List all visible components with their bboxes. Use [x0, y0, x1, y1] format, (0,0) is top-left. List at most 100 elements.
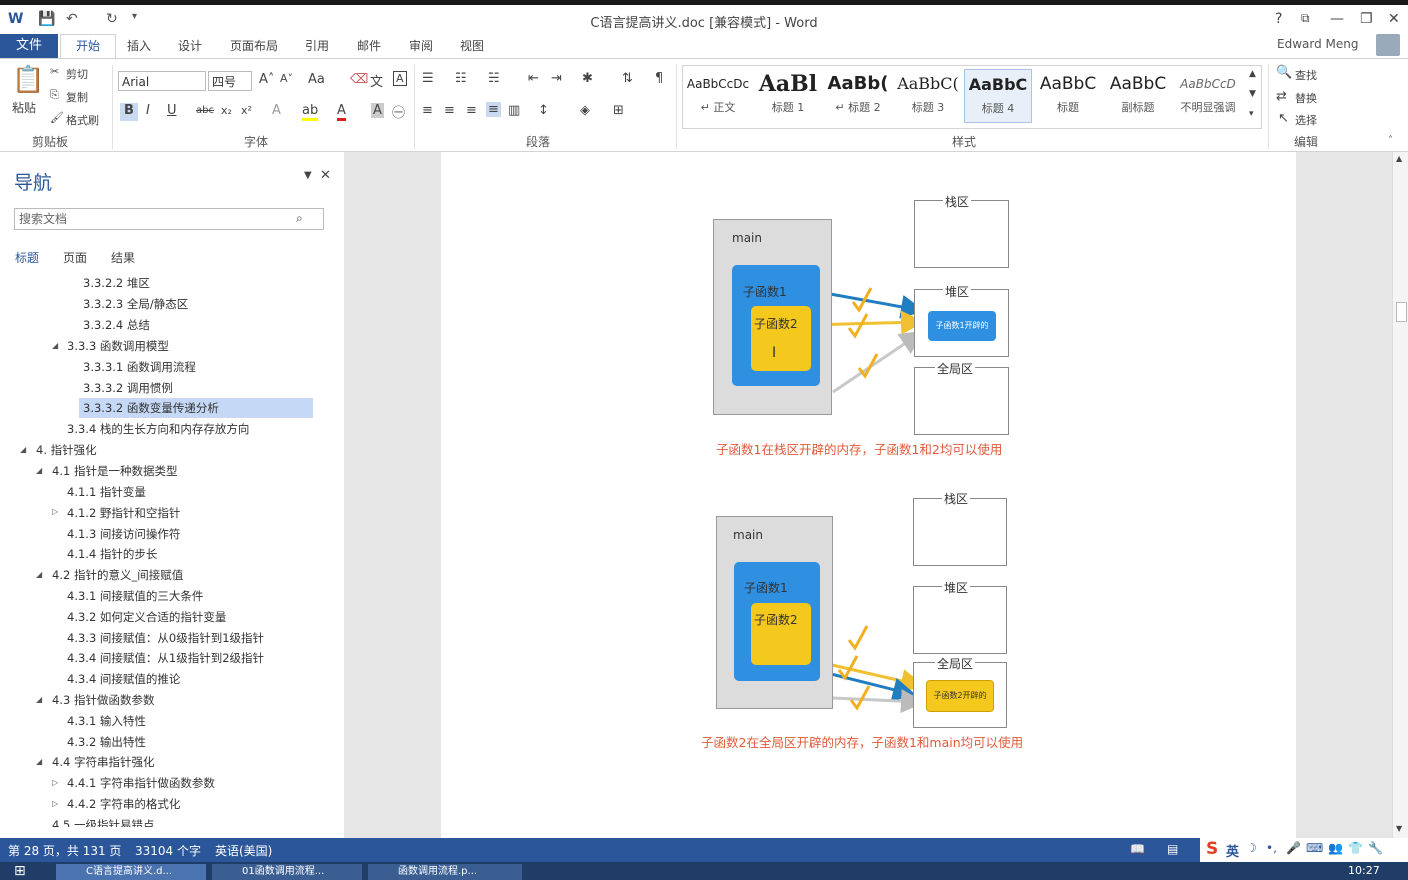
restore-button[interactable]: ❐	[1360, 11, 1373, 27]
style-title[interactable]: AaBbC 标题	[1034, 69, 1102, 123]
style-heading-4[interactable]: AaBbC 标题 4	[964, 69, 1032, 123]
collapse-icon[interactable]: ◢	[20, 445, 26, 454]
nav-tab-headings[interactable]: 标题	[15, 249, 39, 266]
copy-icon[interactable]: ⎘	[50, 88, 59, 102]
shrink-font-icon[interactable]: A˅	[280, 72, 293, 85]
moon-icon[interactable]: ☽	[1246, 841, 1257, 855]
user-icon[interactable]: 👥	[1328, 841, 1343, 855]
style-subtitle[interactable]: AaBbC 副标题	[1104, 69, 1172, 123]
print-layout-icon[interactable]: ▤	[1167, 842, 1178, 856]
tab-design[interactable]: 设计	[178, 37, 202, 54]
vertical-scrollbar[interactable]: ▲ ▼	[1392, 152, 1408, 838]
styles-more-icon[interactable]: ▾	[1249, 109, 1254, 119]
sort-icon[interactable]: ⇅	[622, 71, 633, 86]
style-heading-1[interactable]: AaBl 标题 1	[754, 69, 822, 123]
tab-layout[interactable]: 页面布局	[230, 37, 278, 54]
font-name-select[interactable]: Arial	[118, 71, 206, 91]
show-marks-icon[interactable]: ¶	[655, 71, 663, 86]
align-right-icon[interactable]: ≡	[466, 103, 477, 118]
paste-icon[interactable]: 📋	[12, 65, 44, 95]
distributed-icon[interactable]: ▥	[508, 103, 520, 118]
avatar[interactable]	[1376, 34, 1400, 56]
change-case-button[interactable]: Aa	[308, 72, 325, 87]
chinese-layout-icon[interactable]: ✱	[582, 71, 593, 86]
scroll-thumb[interactable]	[1396, 302, 1407, 322]
style-heading-2[interactable]: AaBb(↵ 标题 2	[824, 69, 892, 123]
punctuation-icon[interactable]: •,	[1266, 841, 1277, 855]
windows-start-icon[interactable]: ⊞	[14, 863, 26, 879]
cut-icon[interactable]: ✂	[50, 65, 59, 78]
font-color-icon[interactable]: A	[337, 103, 346, 121]
nav-item[interactable]: 4.3.4 间接赋值的推论	[67, 669, 180, 689]
increase-indent-icon[interactable]: ⇥	[551, 71, 562, 86]
char-border-icon[interactable]: A	[393, 71, 407, 86]
borders-icon[interactable]: ⊞	[613, 103, 624, 118]
tab-home[interactable]: 开始	[60, 34, 116, 59]
highlight-icon[interactable]: ab	[302, 103, 319, 121]
clear-format-icon[interactable]: ⌫	[350, 72, 368, 87]
tab-view[interactable]: 视图	[460, 37, 484, 54]
taskbar-item-image[interactable]: 函数调用流程.p...	[368, 864, 522, 880]
italic-button[interactable]: I	[146, 103, 150, 118]
nav-item[interactable]: 4.3.4 间接赋值：从1级指针到2级指针	[67, 648, 264, 668]
justify-icon[interactable]: ≡	[486, 102, 501, 117]
numbering-icon[interactable]: ☷	[455, 71, 467, 86]
help-button[interactable]: ?	[1275, 11, 1282, 27]
multilevel-list-icon[interactable]: ☵	[488, 71, 500, 86]
taskbar-item-word[interactable]: C语言提高讲义.d...	[56, 864, 206, 880]
style-subtle-emphasis[interactable]: AaBbCcD 不明显强调	[1174, 69, 1242, 123]
select-icon[interactable]: ↖	[1278, 111, 1289, 126]
tab-mailings[interactable]: 邮件	[357, 37, 381, 54]
collapse-icon[interactable]: ◢	[36, 695, 42, 704]
underline-button[interactable]: U	[167, 103, 177, 118]
nav-close-icon[interactable]: ✕	[320, 168, 331, 183]
styles-scroll-up-icon[interactable]: ▲	[1249, 69, 1256, 79]
nav-item[interactable]: 4.4 字符串指针强化	[52, 752, 154, 772]
nav-item[interactable]: 4.1.3 间接访问操作符	[67, 524, 180, 544]
nav-tab-results[interactable]: 结果	[111, 249, 135, 266]
word-count[interactable]: 33104 个字	[135, 842, 201, 859]
nav-item[interactable]: 4.4.1 字符串指针做函数参数	[67, 773, 215, 793]
collapse-icon[interactable]: ◢	[52, 341, 58, 350]
keyboard-icon[interactable]: ⌨	[1306, 841, 1323, 855]
tab-references[interactable]: 引用	[305, 37, 329, 54]
nav-item[interactable]: 4.3 指针做函数参数	[52, 690, 154, 710]
font-size-select[interactable]: 四号	[208, 71, 252, 91]
ime-logo[interactable]: S	[1206, 839, 1218, 859]
nav-item[interactable]: 3.3.2.3 全局/静态区	[83, 294, 188, 314]
tab-file[interactable]: 文件	[0, 34, 58, 58]
nav-item[interactable]: 3.3.3.1 函数调用流程	[83, 357, 196, 377]
nav-item[interactable]: 3.3.2.2 堆区	[83, 273, 150, 293]
nav-search-input[interactable]: 搜索文档	[14, 208, 324, 230]
nav-item[interactable]: 4.1.1 指针变量	[67, 482, 146, 502]
find-button[interactable]: 查找	[1295, 67, 1317, 83]
nav-item[interactable]: 4.1 指针是一种数据类型	[52, 461, 177, 481]
nav-item[interactable]: 4.3.1 输入特性	[67, 711, 146, 731]
tools-icon[interactable]: 🔧	[1368, 841, 1383, 855]
search-icon[interactable]: ⌕	[296, 211, 303, 226]
shading-icon[interactable]: ◈	[580, 103, 590, 118]
tab-review[interactable]: 审阅	[409, 37, 433, 54]
nav-item[interactable]: 4.3.1 间接赋值的三大条件	[67, 586, 203, 606]
nav-item[interactable]: 3.3.3 函数调用模型	[67, 336, 169, 356]
subscript-button[interactable]: x₂	[221, 104, 232, 117]
language[interactable]: 英语(美国)	[215, 842, 272, 859]
nav-options-icon[interactable]: ▼	[304, 170, 312, 181]
cut-button[interactable]: 剪切	[66, 66, 88, 82]
skin-icon[interactable]: 👕	[1348, 841, 1363, 855]
nav-item[interactable]: 4.2 指针的意义_间接赋值	[52, 565, 183, 585]
taskbar-item-vs[interactable]: 01函数调用流程...	[212, 864, 362, 880]
style-heading-3[interactable]: AaBbC(标题 3	[894, 69, 962, 123]
collapse-ribbon-icon[interactable]: ˄	[1388, 135, 1393, 146]
nav-item[interactable]: 3.3.3.2 调用惯例	[83, 378, 173, 398]
phonetic-guide-icon[interactable]: 文	[370, 71, 383, 90]
copy-button[interactable]: 复制	[66, 89, 88, 105]
strikethrough-button[interactable]: abc	[196, 105, 214, 116]
nav-tab-pages[interactable]: 页面	[63, 249, 87, 266]
paste-button[interactable]: 粘贴	[12, 99, 36, 116]
tab-insert[interactable]: 插入	[127, 37, 151, 54]
ime-mode[interactable]: 英	[1226, 841, 1239, 860]
nav-item[interactable]: 3.3.4 栈的生长方向和内存存放方向	[67, 419, 249, 439]
bold-button[interactable]: B	[120, 103, 138, 121]
format-painter-icon[interactable]: 🖌	[50, 111, 64, 124]
